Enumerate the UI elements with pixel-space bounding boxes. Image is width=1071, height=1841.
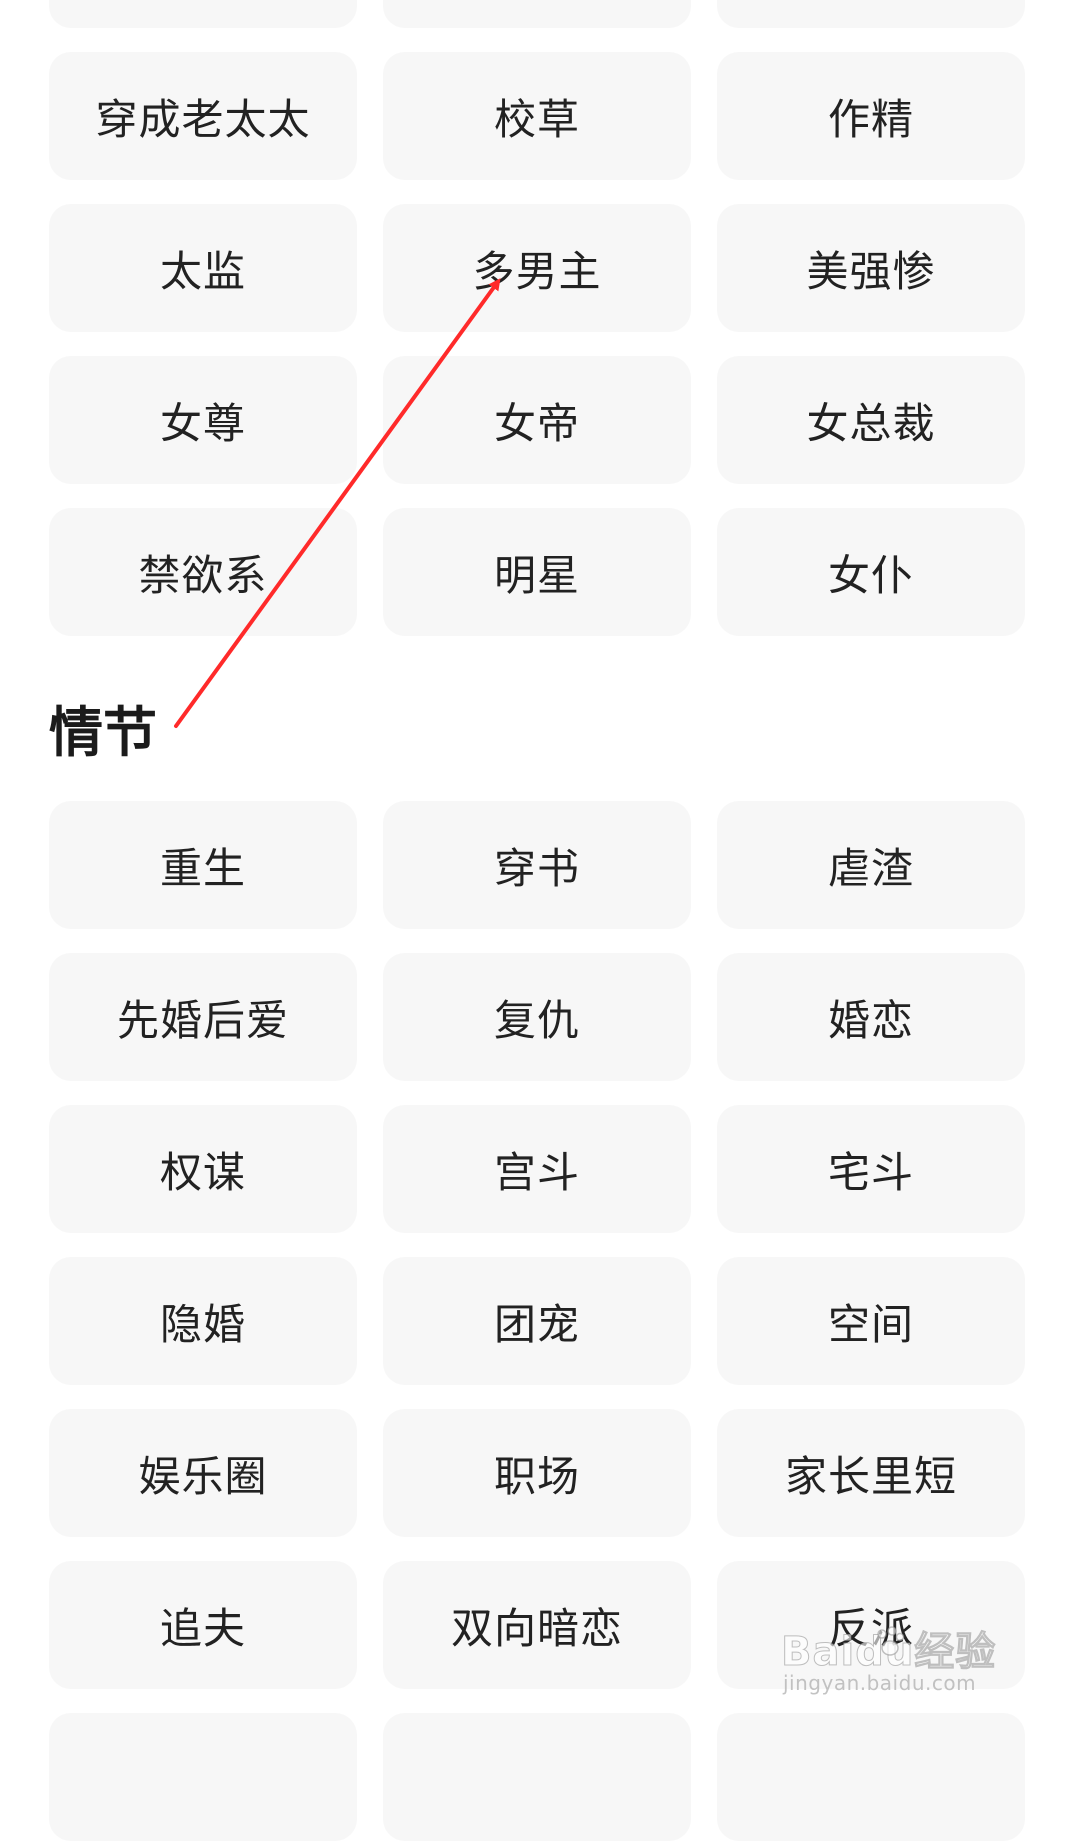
tag-button-14[interactable]: 女仆	[717, 508, 1025, 636]
plot-tag-button-15[interactable]: 追夫	[49, 1561, 357, 1689]
plot-tag-button-10[interactable]: 团宠	[383, 1257, 691, 1385]
plot-tag-button-2[interactable]: 虐渣	[717, 801, 1025, 929]
tag-button-12[interactable]: 禁欲系	[49, 508, 357, 636]
plot-tag-button-7[interactable]: 宫斗	[383, 1105, 691, 1233]
tag-button-3[interactable]: 穿成老太太	[49, 52, 357, 180]
plot-tag-button-9[interactable]: 隐婚	[49, 1257, 357, 1385]
tag-button-4[interactable]: 校草	[383, 52, 691, 180]
plot-tag-button-16[interactable]: 双向暗恋	[383, 1561, 691, 1689]
plot-tag-button-13[interactable]: 职场	[383, 1409, 691, 1537]
tag-button-6[interactable]: 太监	[49, 204, 357, 332]
tag-button-7[interactable]: 多男主	[383, 204, 691, 332]
plot-tag-button-6[interactable]: 权谋	[49, 1105, 357, 1233]
tag-button-5[interactable]: 作精	[717, 52, 1025, 180]
plot-tag-button-1[interactable]: 穿书	[383, 801, 691, 929]
tag-button-0[interactable]	[49, 0, 357, 28]
plot-tag-button-0[interactable]: 重生	[49, 801, 357, 929]
tag-button-10[interactable]: 女帝	[383, 356, 691, 484]
plot-tag-button-8[interactable]: 宅斗	[717, 1105, 1025, 1233]
tag-selection-page: 穿成老太太 校草 作精太监 多男主 美强惨女尊 女帝 女总裁禁欲系 明星 女仆 情节 重生 穿书虐…	[0, 0, 1071, 1841]
tag-button-2[interactable]	[717, 0, 1025, 28]
tag-button-8[interactable]: 美强惨	[717, 204, 1025, 332]
tag-grid-previous: 穿成老太太 校草 作精太监 多男主 美强惨女尊 女帝 女总裁禁欲系 明星 女仆	[49, 0, 1025, 636]
section-title-plot: 情节	[49, 701, 157, 764]
plot-tag-button-20[interactable]	[717, 1713, 1025, 1841]
tag-grid-plot: 重生 穿书 虐渣先婚后爱 复仇 婚恋权谋 宫斗 宅斗隐婚 团宠 空间娱乐圈 职场 家长里短追夫 双向暗…	[49, 801, 1025, 1841]
plot-tag-button-11[interactable]: 空间	[717, 1257, 1025, 1385]
plot-tag-button-12[interactable]: 娱乐圈	[49, 1409, 357, 1537]
plot-tag-button-5[interactable]: 婚恋	[717, 953, 1025, 1081]
plot-tag-button-19[interactable]	[383, 1713, 691, 1841]
plot-tag-button-3[interactable]: 先婚后爱	[49, 953, 357, 1081]
tag-button-13[interactable]: 明星	[383, 508, 691, 636]
plot-tag-button-4[interactable]: 复仇	[383, 953, 691, 1081]
tag-button-11[interactable]: 女总裁	[717, 356, 1025, 484]
tag-button-1[interactable]	[383, 0, 691, 28]
plot-tag-button-18[interactable]	[49, 1713, 357, 1841]
plot-tag-button-17[interactable]: 反派	[717, 1561, 1025, 1689]
plot-tag-button-14[interactable]: 家长里短	[717, 1409, 1025, 1537]
tag-button-9[interactable]: 女尊	[49, 356, 357, 484]
